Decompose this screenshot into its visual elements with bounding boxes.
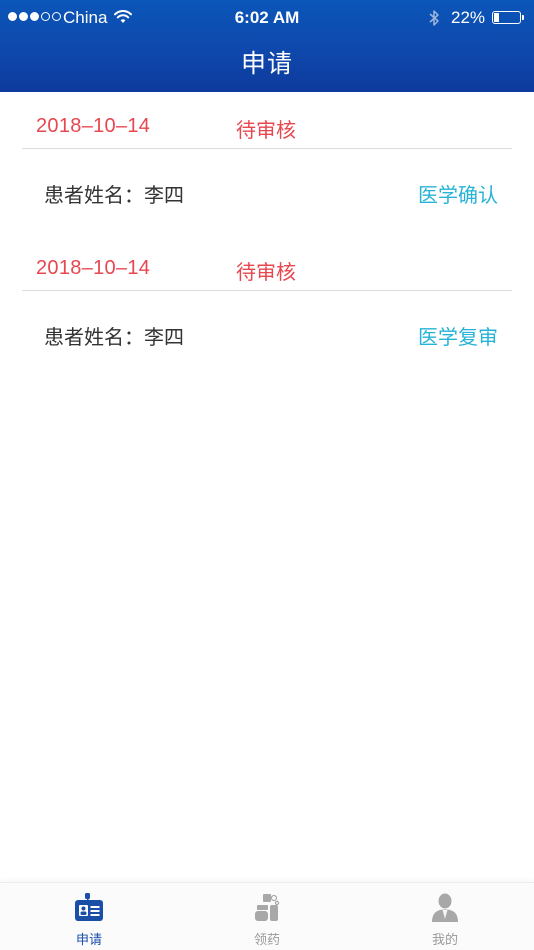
person-icon — [430, 892, 460, 922]
tab-profile[interactable]: 我的 — [385, 883, 505, 950]
status-bar: China 6:02 AM 22% — [0, 0, 534, 36]
application-header: 2018–10–14 待审核 — [0, 234, 534, 291]
battery-percent: 22% — [451, 8, 486, 27]
application-body: 患者姓名：李四 医学复审 — [0, 291, 534, 376]
application-date: 2018–10–14 — [36, 257, 151, 279]
application-body: 患者姓名：李四 医学确认 — [0, 149, 534, 234]
tab-label: 申请 — [75, 933, 102, 948]
bluetooth-icon — [428, 9, 440, 32]
patient-name: 患者姓名：李四 — [44, 325, 184, 349]
tab-label: 我的 — [431, 933, 458, 948]
application-status: 待审核 — [236, 118, 296, 142]
app-screen: China 6:02 AM 22% 申请 2018–10–14 待审核 患者姓名… — [0, 0, 534, 950]
application-status: 待审核 — [236, 260, 296, 284]
medical-confirm-link[interactable]: 医学确认 — [418, 179, 498, 208]
header: China 6:02 AM 22% 申请 — [0, 0, 534, 92]
application-date: 2018–10–14 — [36, 115, 151, 137]
tab-label: 领药 — [253, 933, 280, 948]
application-list: 2018–10–14 待审核 患者姓名：李四 医学确认 2018–10–14 待… — [0, 92, 534, 376]
tab-medicine[interactable]: 领药 — [207, 883, 327, 950]
application-item[interactable]: 2018–10–14 待审核 患者姓名：李四 医学确认 — [0, 92, 534, 234]
application-item[interactable]: 2018–10–14 待审核 患者姓名：李四 医学复审 — [0, 234, 534, 376]
battery-icon — [492, 11, 524, 24]
tab-apply[interactable]: 申请 — [29, 883, 149, 950]
medical-review-link[interactable]: 医学复审 — [418, 321, 498, 350]
application-header: 2018–10–14 待审核 — [0, 92, 534, 149]
id-card-icon — [74, 892, 104, 922]
page-title: 申请 — [240, 49, 293, 78]
tab-bar: 申请 领药 我的 — [0, 882, 534, 950]
battery-fill — [494, 13, 499, 22]
medicine-icon — [252, 892, 282, 922]
patient-name: 患者姓名：李四 — [44, 183, 184, 207]
